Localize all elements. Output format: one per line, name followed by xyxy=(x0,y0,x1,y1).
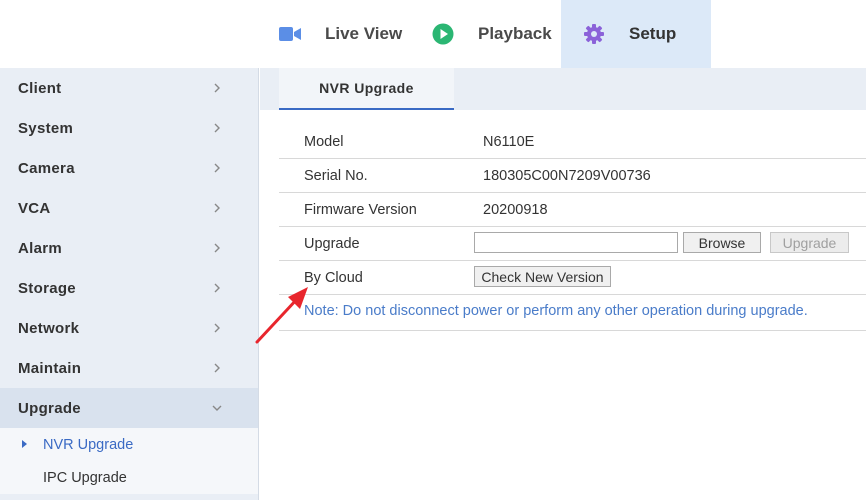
note-row-divider xyxy=(279,297,866,331)
info-row-by-cloud: By Cloud Check New Version xyxy=(279,261,866,295)
upgrade-button[interactable]: Upgrade xyxy=(770,232,849,253)
top-nav-bar: Live View Playback Setup xyxy=(0,0,866,68)
sidebar-item-label: Storage xyxy=(18,279,76,297)
sidebar-item-label: Camera xyxy=(18,159,75,177)
sidebar-item-system[interactable]: System xyxy=(0,108,258,148)
nav-live-view[interactable]: Live View xyxy=(277,0,402,68)
row-value: 180305C00N7209V00736 xyxy=(483,167,651,184)
chevron-down-icon xyxy=(212,405,222,411)
gear-icon xyxy=(581,21,607,47)
sidebar-item-label: Upgrade xyxy=(18,399,81,417)
sidebar-item-camera[interactable]: Camera xyxy=(0,148,258,188)
sidebar-item-label: Network xyxy=(18,319,80,337)
tab-nvr-upgrade[interactable]: NVR Upgrade xyxy=(279,68,454,110)
chevron-right-icon xyxy=(214,363,220,373)
sidebar-subitem-ipc-upgrade[interactable]: IPC Upgrade xyxy=(0,461,258,494)
nav-setup[interactable]: Setup xyxy=(561,0,711,68)
sidebar-item-maintain[interactable]: Maintain xyxy=(0,348,258,388)
sidebar-subitem-label: IPC Upgrade xyxy=(43,469,127,486)
annotation-arrow-icon xyxy=(255,287,308,344)
nav-playback-label: Playback xyxy=(478,24,552,43)
info-row-model: Model N6110E xyxy=(279,125,866,159)
sidebar-item-vca[interactable]: VCA xyxy=(0,188,258,228)
row-key: Serial No. xyxy=(304,167,368,184)
selected-triangle-icon xyxy=(22,440,27,448)
camera-icon xyxy=(277,21,303,47)
browse-button[interactable]: Browse xyxy=(683,232,761,253)
nav-setup-label: Setup xyxy=(629,24,677,43)
sidebar-item-label: VCA xyxy=(18,199,51,217)
nav-live-view-label: Live View xyxy=(325,24,403,43)
chevron-right-icon xyxy=(214,323,220,333)
row-value: 20200918 xyxy=(483,201,548,218)
chevron-right-icon xyxy=(214,163,220,173)
nav-playback[interactable]: Playback xyxy=(430,0,552,68)
sidebar-item-upgrade[interactable]: Upgrade xyxy=(0,388,258,428)
chevron-right-icon xyxy=(214,83,220,93)
chevron-right-icon xyxy=(214,203,220,213)
chevron-right-icon xyxy=(214,123,220,133)
play-icon xyxy=(430,21,456,47)
row-key: Upgrade xyxy=(304,235,360,252)
sidebar-item-network[interactable]: Network xyxy=(0,308,258,348)
sidebar-item-alarm[interactable]: Alarm xyxy=(0,228,258,268)
row-key: Firmware Version xyxy=(304,201,417,218)
sidebar-item-label: Maintain xyxy=(18,359,82,377)
info-row-firmware: Firmware Version 20200918 xyxy=(279,193,866,227)
upgrade-file-input[interactable] xyxy=(474,232,678,253)
sidebar-item-storage[interactable]: Storage xyxy=(0,268,258,308)
main-content: NVR Upgrade Model N6110E Serial No. 1803… xyxy=(260,68,866,500)
sidebar-item-label: System xyxy=(18,119,74,137)
sidebar-item-label: Alarm xyxy=(18,239,63,257)
info-row-serial: Serial No. 180305C00N7209V00736 xyxy=(279,159,866,193)
check-new-version-button[interactable]: Check New Version xyxy=(474,266,611,287)
sidebar-subitem-label: NVR Upgrade xyxy=(43,436,134,453)
row-key: Model xyxy=(304,133,344,150)
sidebar-subitem-nvr-upgrade[interactable]: NVR Upgrade xyxy=(0,428,258,461)
chevron-right-icon xyxy=(214,243,220,253)
sidebar-item-label: Client xyxy=(18,79,62,97)
info-row-upgrade: Upgrade Browse Upgrade xyxy=(279,227,866,261)
chevron-right-icon xyxy=(214,283,220,293)
sidebar: Client System Camera VCA Alarm Storage N… xyxy=(0,68,259,500)
row-value: N6110E xyxy=(483,133,535,150)
tab-bar: NVR Upgrade xyxy=(260,68,866,110)
sidebar-item-client[interactable]: Client xyxy=(0,68,258,108)
